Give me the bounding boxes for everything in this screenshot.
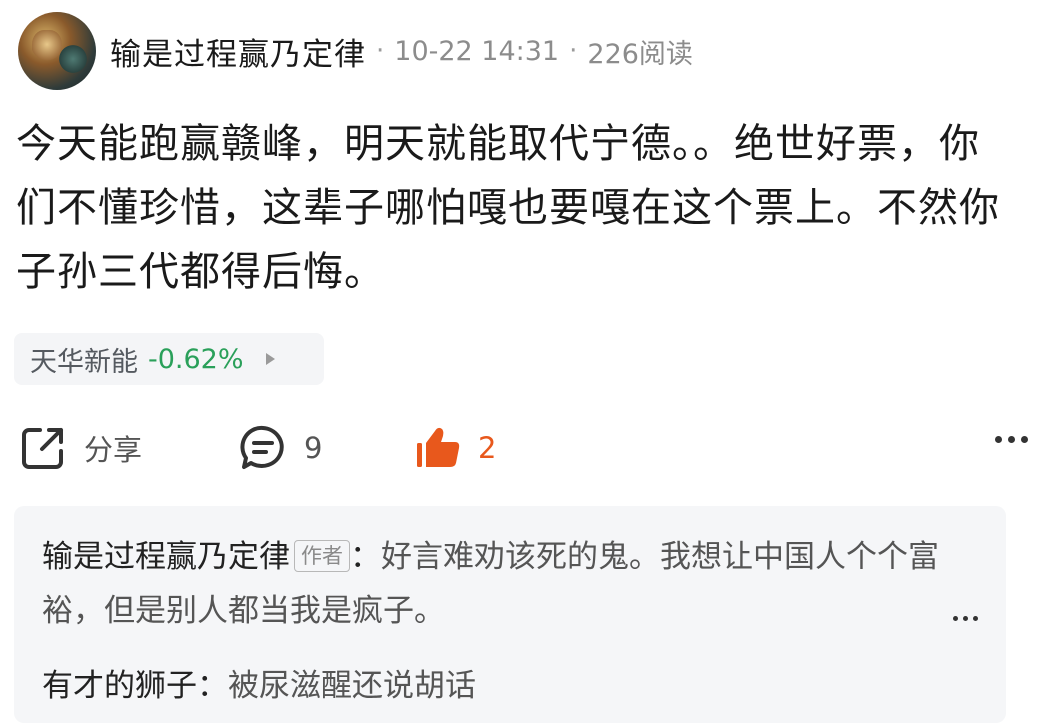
share-button[interactable]: 分享 bbox=[18, 418, 142, 478]
post-header: 输是过程赢乃定律 · 10-22 14:31 · 226阅读 bbox=[18, 12, 693, 90]
share-label: 分享 bbox=[84, 433, 143, 467]
action-bar: 分享 9 2 bbox=[18, 418, 1028, 478]
comment-author[interactable]: 有才的狮子 bbox=[42, 668, 197, 704]
author-badge: 作者 bbox=[294, 540, 350, 572]
arrow-right-icon bbox=[265, 353, 275, 365]
comment-more-icon[interactable] bbox=[953, 616, 978, 621]
like-count: 2 bbox=[478, 431, 497, 465]
more-icon[interactable] bbox=[995, 436, 1028, 443]
comment-icon bbox=[240, 425, 284, 469]
read-count: 226阅读 bbox=[587, 38, 693, 70]
thumbs-up-icon bbox=[417, 427, 460, 467]
comment-count: 9 bbox=[304, 431, 323, 465]
avatar[interactable] bbox=[18, 12, 96, 90]
stock-name: 天华新能 bbox=[30, 346, 138, 378]
post-date: 10-22 14:31 bbox=[394, 35, 560, 67]
meta-separator: · bbox=[569, 36, 578, 66]
comment-item[interactable]: 输是过程赢乃定律 作者 ：好言难劝该死的鬼。我想让中国人个个富裕，但是别人都当我是疯… bbox=[42, 530, 942, 638]
comment-author[interactable]: 输是过程赢乃定律 bbox=[42, 539, 290, 575]
stock-change: -0.62% bbox=[148, 343, 244, 375]
stock-tag[interactable]: 天华新能 -0.62% bbox=[14, 333, 324, 385]
comment-colon: ： bbox=[350, 539, 381, 575]
meta-separator: · bbox=[376, 36, 385, 66]
comment-button[interactable]: 9 bbox=[238, 418, 322, 478]
comment-text: 被尿滋醒还说胡话 bbox=[228, 668, 476, 704]
post-content: 今天能跑赢赣峰，明天就能取代宁德。。绝世好票，你们不懂珍惜，这辈子哪怕嘎也要嘎在… bbox=[16, 121, 1000, 295]
author-name[interactable]: 输是过程赢乃定律 bbox=[110, 29, 366, 74]
comment-item[interactable]: 有才的狮子：被尿滋醒还说胡话 bbox=[42, 660, 476, 705]
share-icon bbox=[22, 428, 63, 469]
like-button[interactable]: 2 bbox=[414, 418, 496, 478]
comment-colon: ： bbox=[197, 668, 228, 704]
comments-panel[interactable]: 输是过程赢乃定律 作者 ：好言难劝该死的鬼。我想让中国人个个富裕，但是别人都当我是疯… bbox=[14, 506, 1006, 723]
